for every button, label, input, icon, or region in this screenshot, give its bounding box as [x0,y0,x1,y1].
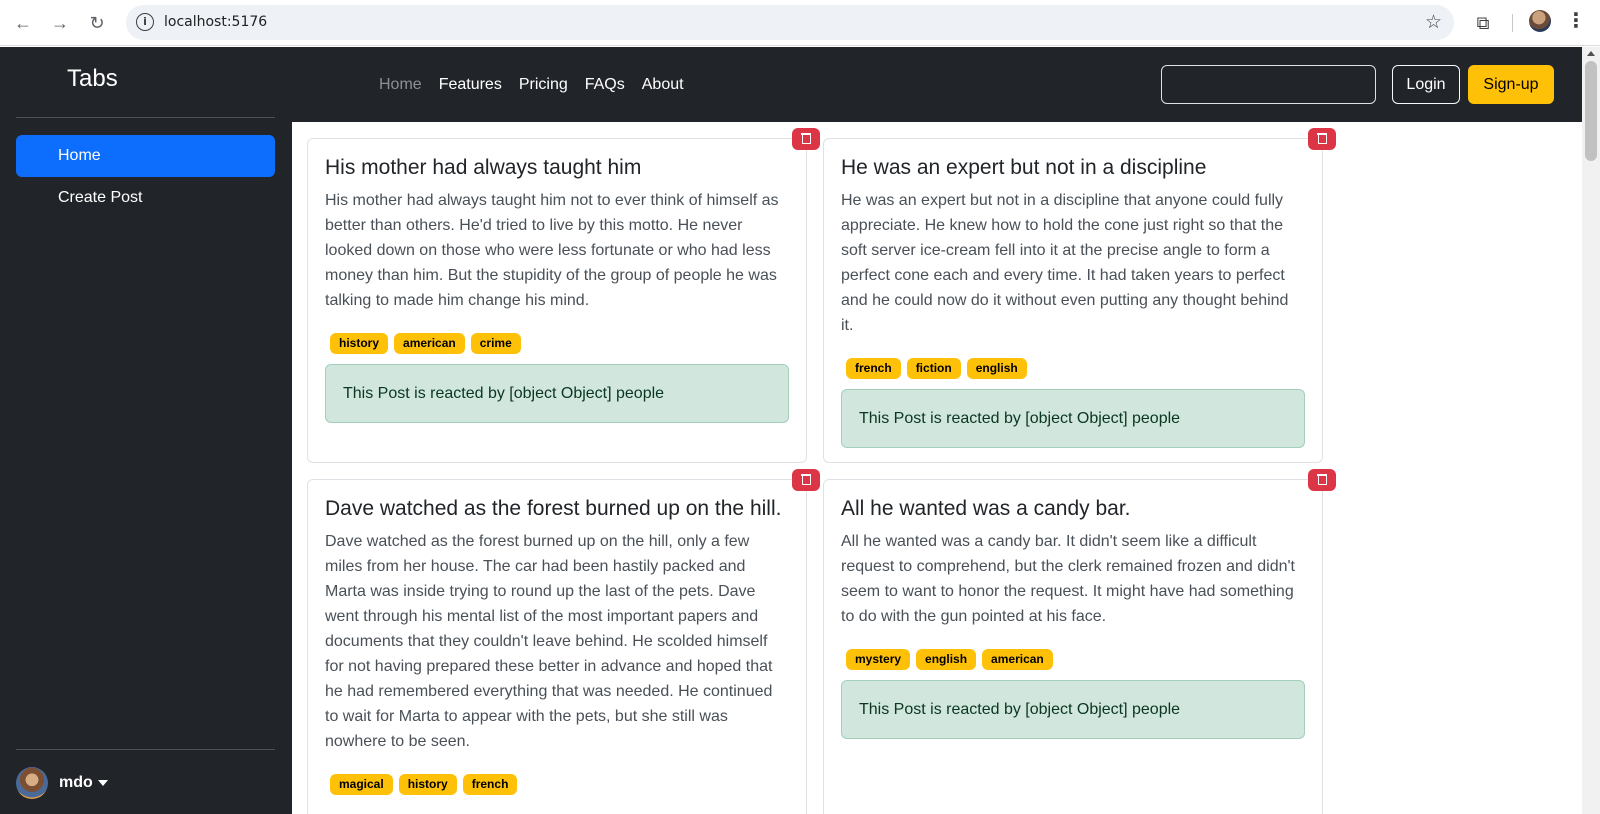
reaction-alert: This Post is reacted by [object Object] … [841,680,1305,739]
toolbar-divider [1512,14,1513,32]
tag-badge: crime [470,333,521,354]
delete-trash-icon[interactable] [792,469,820,491]
user-name: mdo [59,774,93,791]
post-body: Dave watched as the forest burned up on … [325,533,773,750]
tag-badge: french [846,358,901,379]
address-bar[interactable]: i localhost:5176 ☆ [126,5,1454,40]
tag-badge: fiction [906,358,961,379]
reload-icon[interactable]: ↻ [84,10,110,36]
reaction-alert: This Post is reacted by [object Object] … [325,364,789,423]
extensions-icon[interactable]: ⧉ [1470,10,1496,36]
app-root: Tabs Home Create Post mdo Home Features … [0,47,1600,814]
tag-badge: american [982,649,1053,670]
post-title: All he wanted was a candy bar. [841,497,1131,520]
tag-badge: history [398,774,457,795]
signup-button[interactable]: Sign-up [1468,65,1554,104]
post-body: He was an expert but not in a discipline… [841,192,1289,334]
top-nav-links: Home Features Pricing FAQs About [379,47,684,122]
reaction-alert: This Post is reacted by [object Object] … [841,389,1305,448]
nav-link-about[interactable]: About [642,76,684,94]
forward-icon[interactable]: → [47,10,73,36]
sidebar-divider [16,117,275,118]
post-title: He was an expert but not in a discipline [841,156,1207,179]
delete-trash-icon[interactable] [1308,128,1336,150]
login-button[interactable]: Login [1392,65,1460,104]
avatar [16,767,48,799]
post-tags: history american crime [330,333,789,354]
post-tags: magical history french [330,774,789,795]
post-title: His mother had always taught him [325,156,642,179]
post-card: Dave watched as the forest burned up on … [307,479,807,814]
bookmark-star-icon[interactable]: ☆ [1425,5,1442,40]
nav-link-features[interactable]: Features [439,76,502,94]
scrollbar-thumb[interactable] [1585,61,1597,161]
tag-badge: american [394,333,465,354]
post-title: Dave watched as the forest burned up on … [325,497,782,520]
sidebar-divider [16,749,275,750]
caret-down-icon [98,780,108,786]
tag-badge: history [330,333,389,354]
sidebar-item-create-post[interactable]: Create Post [16,177,275,219]
sidebar: Tabs Home Create Post mdo [0,47,292,814]
post-tags: mystery english american [846,649,1305,670]
post-card: All he wanted was a candy bar. All he wa… [823,479,1323,814]
back-icon[interactable]: ← [10,10,36,36]
nav-link-home[interactable]: Home [379,76,422,94]
browser-profile-avatar[interactable] [1529,10,1551,32]
scroll-up-arrow-icon[interactable] [1587,51,1595,56]
tag-badge: magical [330,774,393,795]
delete-trash-icon[interactable] [1308,469,1336,491]
brand-title[interactable]: Tabs [67,65,118,93]
site-info-icon[interactable]: i [136,13,154,31]
tag-badge: mystery [846,649,911,670]
post-card: He was an expert but not in a discipline… [823,138,1323,463]
post-tags: french fiction english [846,358,1305,379]
search-input[interactable] [1161,65,1376,104]
post-card: His mother had always taught him His mot… [307,138,807,463]
browser-menu-icon[interactable]: ⋮ [1566,8,1586,33]
post-body: His mother had always taught him not to … [325,192,779,309]
post-body: All he wanted was a candy bar. It didn't… [841,533,1295,625]
nav-link-pricing[interactable]: Pricing [519,76,568,94]
page-scrollbar[interactable] [1582,47,1600,814]
tag-badge: french [462,774,518,795]
tag-badge: english [916,649,977,670]
nav-link-faqs[interactable]: FAQs [585,76,625,94]
delete-trash-icon[interactable] [792,128,820,150]
tag-badge: english [966,358,1027,379]
url-text[interactable]: localhost:5176 [164,5,267,40]
browser-toolbar: ← → ↻ i localhost:5176 ☆ ⧉ ⋮ [0,0,1600,46]
top-navbar: Home Features Pricing FAQs About Login S… [292,47,1582,122]
sidebar-item-home[interactable]: Home [16,135,275,177]
post-list: His mother had always taught him His mot… [292,122,1582,814]
